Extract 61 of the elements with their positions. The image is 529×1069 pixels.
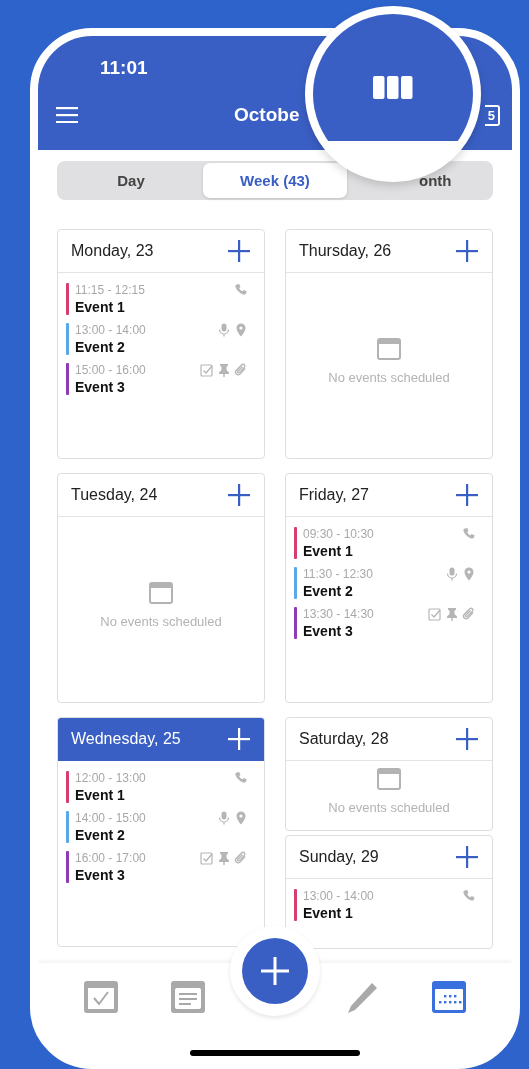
event-item[interactable]: 12:00 - 13:00 Event 1 [66, 771, 248, 803]
event-time: 16:00 - 17:00 [75, 851, 147, 865]
empty-message: No events scheduled [328, 370, 450, 385]
event-title: Event 1 [303, 905, 354, 921]
event-item[interactable]: 13:00 - 14:00 Event 1 [294, 889, 476, 921]
event-title: Event 2 [75, 339, 126, 355]
plus-icon[interactable] [228, 728, 250, 750]
calendar-icon[interactable] [431, 981, 466, 1013]
view-tab[interactable]: Day [59, 163, 203, 198]
plus-icon[interactable] [456, 728, 478, 750]
event-time: 11:15 - 12:15 [75, 283, 146, 297]
event-title: Event 3 [75, 379, 126, 395]
event-item[interactable]: 11:15 - 12:15 Event 1 [66, 283, 248, 315]
event-item[interactable]: 14:00 - 15:00 Event 2 [66, 811, 248, 843]
event-title: Event 2 [303, 583, 354, 599]
event-title: Event 2 [75, 827, 126, 843]
empty-message: No events scheduled [328, 800, 450, 815]
plus-icon [261, 957, 289, 985]
day-title: Friday, 27 [299, 486, 369, 504]
event-time: 13:30 - 14:30 [303, 607, 375, 621]
day-title: Sunday, 29 [299, 848, 379, 866]
plus-icon[interactable] [456, 240, 478, 262]
plus-icon[interactable] [228, 484, 250, 506]
empty-message: No events scheduled [100, 614, 222, 629]
event-time: 13:00 - 14:00 [303, 889, 375, 903]
plus-icon[interactable] [456, 484, 478, 506]
event-time: 13:00 - 14:00 [75, 323, 147, 337]
calendar-icon [377, 338, 401, 360]
event-time: 09:30 - 10:30 [303, 527, 375, 541]
calendar-icon [149, 582, 173, 604]
columns-icon [373, 76, 413, 99]
event-title: Event 3 [75, 867, 126, 883]
plus-icon[interactable] [228, 240, 250, 262]
day-title: Wednesday, 25 [71, 730, 181, 748]
event-title: Event 1 [75, 299, 126, 315]
menu-icon[interactable] [56, 107, 78, 123]
month-title: Octobe [234, 104, 300, 126]
plus-icon[interactable] [456, 846, 478, 868]
event-time: 11:30 - 12:30 [303, 567, 374, 581]
event-title: Event 3 [303, 623, 354, 639]
day-title: Saturday, 28 [299, 730, 389, 748]
event-item[interactable]: 13:00 - 14:00 Event 2 [66, 323, 248, 355]
calendar-icon [377, 768, 401, 790]
event-title: Event 1 [303, 543, 354, 559]
event-item[interactable]: 09:30 - 10:30 Event 1 [294, 527, 476, 559]
event-time: 15:00 - 16:00 [75, 363, 147, 377]
day-title: Monday, 23 [71, 242, 154, 260]
day-title: Tuesday, 24 [71, 486, 158, 504]
today-button[interactable]: 5 [484, 104, 500, 126]
status-time: 11:01 [100, 57, 148, 79]
checkbox-icon[interactable] [84, 981, 119, 1013]
event-time: 14:00 - 15:00 [75, 811, 147, 825]
add-button[interactable] [242, 938, 308, 1004]
day-title: Thursday, 26 [299, 242, 392, 260]
event-time: 12:00 - 13:00 [75, 771, 147, 785]
view-tab[interactable]: Week (43) [203, 163, 347, 198]
event-item[interactable]: 16:00 - 17:00 Event 3 [66, 851, 248, 883]
event-item[interactable]: 11:30 - 12:30 Event 2 [294, 567, 476, 599]
event-title: Event 1 [75, 787, 126, 803]
event-item[interactable]: 13:30 - 14:30 Event 3 [294, 607, 476, 639]
event-item[interactable]: 15:00 - 16:00 Event 3 [66, 363, 248, 395]
